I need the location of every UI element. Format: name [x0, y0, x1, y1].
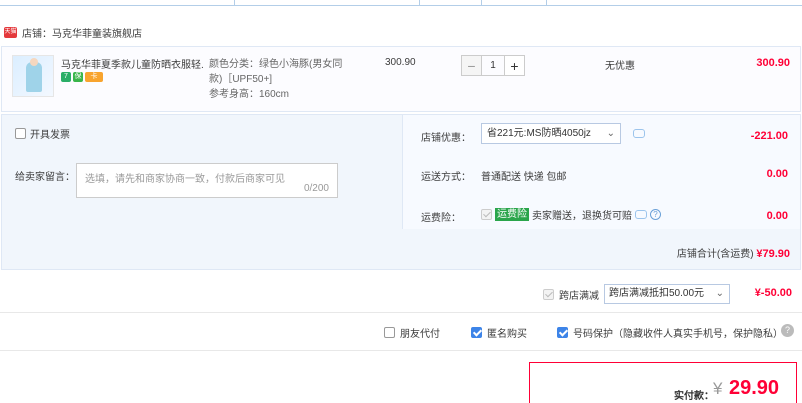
cross-shop-select[interactable]: 跨店满减抵扣50.00元 ⌄ — [604, 284, 730, 304]
quantity-stepper: − 1 + — [461, 55, 525, 76]
message-char-counter: 0/200 — [303, 183, 329, 194]
divider — [0, 312, 802, 313]
shop-coupon-selected: 省221元:MS防晒4050jz — [487, 128, 591, 139]
quantity-input[interactable]: 1 — [482, 55, 504, 76]
payment-summary: 实付款： ¥ 29.90 — [529, 362, 797, 403]
insurance-tag: 运费险 — [495, 208, 529, 221]
tmall-badge-icon: 天猫 — [4, 26, 17, 38]
insurance-label: 运费险： — [421, 213, 461, 224]
product-image-head — [30, 58, 38, 66]
insurance-fee: 0.00 — [766, 210, 788, 222]
insurance-info: 运费险 卖家赠送，退换货可赔 ? — [481, 207, 661, 222]
credit-card-icon[interactable]: 卡 — [85, 72, 103, 82]
item-discount: 无优惠 — [605, 61, 635, 72]
top-table-edge — [0, 0, 802, 6]
shop-header: 天猫 店铺： 马克华菲童装旗舰店 — [0, 22, 142, 42]
payment-amount: 29.90 — [729, 377, 780, 399]
quantity-decrease-button[interactable]: − — [461, 55, 482, 76]
chevron-down-icon: ⌄ — [606, 128, 615, 139]
payment-label: 实付款： — [674, 391, 714, 402]
shop-total-label: 店铺合计(含运费) — [676, 249, 754, 260]
divider — [0, 350, 802, 351]
shop-coupon-value: -221.00 — [750, 130, 788, 142]
insurance-checkbox — [481, 209, 492, 220]
shop-label: 店铺： — [22, 28, 52, 40]
cross-shop-discount-row: 跨店满减 跨店满减抵扣50.00元 ⌄ ¥-50.00 — [0, 280, 802, 306]
unit-price: 300.90 — [385, 57, 416, 68]
number-protect-label: 号码保护（隐藏收件人真实手机号，保护隐私） — [573, 329, 783, 340]
insurance-text: 卖家赠送，退换货可赔 — [532, 211, 632, 222]
order-item-row: 马克华菲夏季款儿童防晒衣服轻... 7 保 卡 颜色分类：绿色小海豚(男女同款)… — [1, 46, 801, 112]
invoice-checkbox[interactable] — [15, 128, 26, 139]
product-title-link[interactable]: 马克华菲夏季款儿童防晒衣服轻... — [61, 56, 203, 71]
shop-total: 店铺合计(含运费) ¥79.90 — [677, 245, 790, 260]
help-icon[interactable]: ? — [781, 324, 794, 337]
chat-bubble-icon[interactable] — [635, 210, 647, 219]
shop-name-link[interactable]: 马克华菲童装旗舰店 — [52, 25, 142, 40]
cross-shop-checkbox — [543, 288, 554, 300]
anonymous-label: 匿名购买 — [487, 329, 527, 340]
cross-shop-value: ¥-50.00 — [754, 287, 792, 299]
friend-pay-checkbox[interactable] — [384, 327, 395, 338]
shipping-method: 普通配送 快递 包邮 — [481, 172, 567, 183]
cross-shop-option: 跨店满减 跨店满减抵扣50.00元 ⌄ — [543, 284, 730, 304]
product-thumbnail[interactable] — [12, 55, 54, 97]
cross-shop-label: 跨店满减 — [559, 290, 599, 302]
message-placeholder: 选填，请先和商家协商一致，付款后商家可见 — [85, 174, 285, 185]
seven-day-return-icon[interactable]: 7 — [61, 72, 71, 82]
shop-total-value: ¥79.90 — [756, 248, 790, 260]
message-label: 给卖家留言： — [15, 172, 75, 183]
anonymous-checkbox[interactable] — [471, 327, 482, 338]
number-protect-option[interactable]: 号码保护（隐藏收件人真实手机号，保护隐私） — [557, 325, 783, 340]
anonymous-option[interactable]: 匿名购买 — [471, 325, 527, 340]
number-protect-checkbox[interactable] — [557, 327, 568, 338]
invoice-label: 开具发票 — [30, 130, 70, 141]
help-icon[interactable]: ? — [650, 209, 661, 220]
item-subtotal: 300.90 — [756, 57, 790, 69]
payment-currency: ¥ — [713, 379, 723, 398]
pricing-column: 店铺优惠： 省221元:MS防晒4050jz ⌄ -221.00 运送方式： 普… — [402, 115, 800, 229]
shipping-fee: 0.00 — [766, 168, 788, 180]
guarantee-icon[interactable]: 保 — [73, 72, 83, 82]
order-detail-panel: 开具发票 给卖家留言： 选填，请先和商家协商一致，付款后商家可见 0/200 店… — [1, 114, 801, 270]
cross-shop-selected: 跨店满减抵扣50.00元 — [609, 288, 705, 299]
friend-pay-option[interactable]: 朋友代付 — [384, 325, 440, 340]
shop-coupon-label: 店铺优惠： — [421, 133, 471, 144]
quantity-increase-button[interactable]: + — [504, 55, 525, 76]
friend-pay-label: 朋友代付 — [400, 329, 440, 340]
sku-height: 参考身高：160cm — [209, 89, 290, 100]
service-badges: 7 保 卡 — [61, 72, 103, 82]
seller-message-textarea[interactable]: 选填，请先和商家协商一致，付款后商家可见 0/200 — [76, 163, 338, 198]
sku-info: 颜色分类：绿色小海豚(男女同款)［UPF50+] 参考身高：160cm — [209, 57, 349, 102]
order-options: 朋友代付 匿名购买 号码保护（隐藏收件人真实手机号，保护隐私） ? — [0, 322, 802, 342]
shop-coupon-select[interactable]: 省221元:MS防晒4050jz ⌄ — [481, 123, 621, 144]
sku-color: 颜色分类：绿色小海豚(男女同款)［UPF50+] — [209, 59, 343, 85]
chevron-down-icon: ⌄ — [715, 288, 724, 299]
invoice-option[interactable]: 开具发票 — [15, 126, 70, 141]
chat-bubble-icon[interactable] — [633, 129, 645, 138]
shipping-label: 运送方式： — [421, 172, 471, 183]
product-image-figure — [26, 62, 42, 92]
